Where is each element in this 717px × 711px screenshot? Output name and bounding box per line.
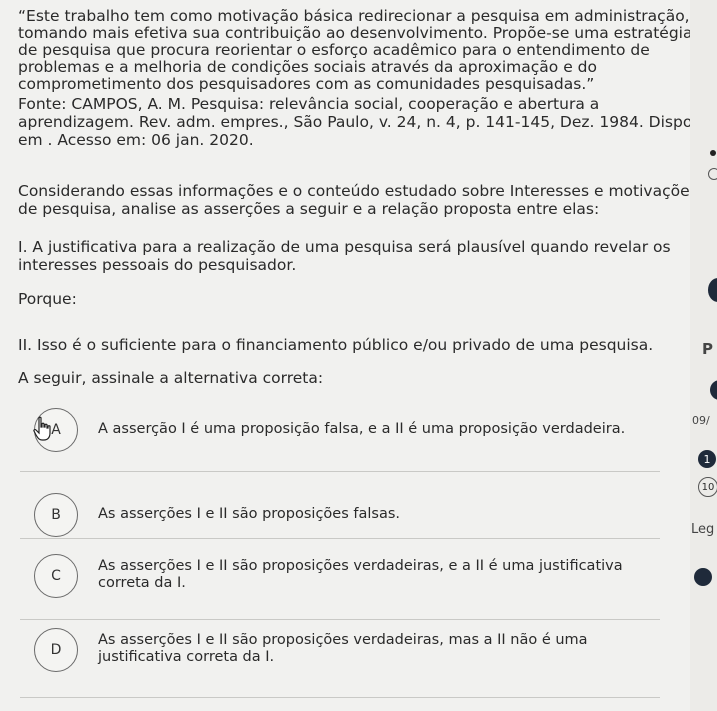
side-indicator-arc	[708, 168, 717, 180]
divider	[20, 538, 660, 539]
divider	[20, 697, 660, 698]
side-frag-p: P	[702, 340, 713, 358]
side-frag-date: 09/	[692, 414, 710, 427]
option-b-letter[interactable]: B	[34, 493, 78, 537]
side-indicator-small	[710, 150, 716, 156]
option-b[interactable]: B As asserções I e II são proposições fa…	[34, 485, 654, 545]
side-dark-dot-3	[694, 568, 712, 586]
side-dark-dot-2	[710, 380, 717, 400]
divider	[20, 471, 660, 472]
side-badge-1-text: 1	[703, 452, 711, 466]
quote-line-4: problemas e a melhoria de condições soci…	[18, 58, 597, 76]
option-d-text: As asserções I e II são proposições verd…	[98, 632, 588, 665]
option-d-letter[interactable]: D	[34, 628, 78, 672]
option-d[interactable]: D As asserções I e II são proposições ve…	[34, 620, 654, 680]
source-line-3: em . Acesso em: 06 jan. 2020.	[18, 131, 254, 149]
instruction: A seguir, assinale a alternativa correta…	[18, 369, 324, 387]
assertion-1-line-2: interesses pessoais do pesquisador.	[18, 256, 297, 274]
side-panel: P 09/ 1 10 Leg	[690, 0, 717, 711]
source-line-1: Fonte: CAMPOS, A. M. Pesquisa: relevânci…	[18, 95, 600, 113]
hand-cursor-icon	[33, 416, 51, 441]
option-a[interactable]: A A asserção I é uma proposição falsa, e…	[34, 400, 654, 460]
side-dark-dot	[708, 278, 717, 302]
quote-line-5: comprometimento dos pesquisadores com as…	[18, 75, 595, 93]
side-badge-1: 1	[698, 450, 716, 468]
quote-line-1: “Este trabalho tem como motivação básica…	[18, 7, 690, 25]
option-c[interactable]: C As asserções I e II são proposições ve…	[34, 546, 654, 606]
assertion-2: II. Isso é o suficiente para o financiam…	[18, 336, 654, 354]
side-badge-10-text: 10	[701, 481, 715, 493]
option-c-letter[interactable]: C	[34, 554, 78, 598]
quote-line-3: de pesquisa que procura reorientar o esf…	[18, 41, 650, 59]
question-page: “Este trabalho tem como motivação básica…	[0, 0, 717, 711]
quote-line-2: tomando mais efetiva sua contribuição ao…	[18, 24, 693, 42]
option-c-text: As asserções I e II são proposições verd…	[98, 558, 623, 591]
option-b-text: As asserções I e II são proposições fals…	[98, 506, 400, 522]
source-line-2: aprendizagem. Rev. adm. empres., São Pau…	[18, 113, 717, 131]
porque-label: Porque:	[18, 290, 77, 308]
side-frag-leg: Leg	[691, 522, 715, 537]
option-a-text: A asserção I é uma proposição falsa, e a…	[98, 421, 626, 437]
side-badge-10: 10	[698, 477, 717, 497]
assertion-1-line-1: I. A justificativa para a realização de …	[18, 238, 671, 256]
context-line-1: Considerando essas informações e o conte…	[18, 182, 698, 200]
context-line-2: de pesquisa, analise as asserções a segu…	[18, 200, 600, 218]
